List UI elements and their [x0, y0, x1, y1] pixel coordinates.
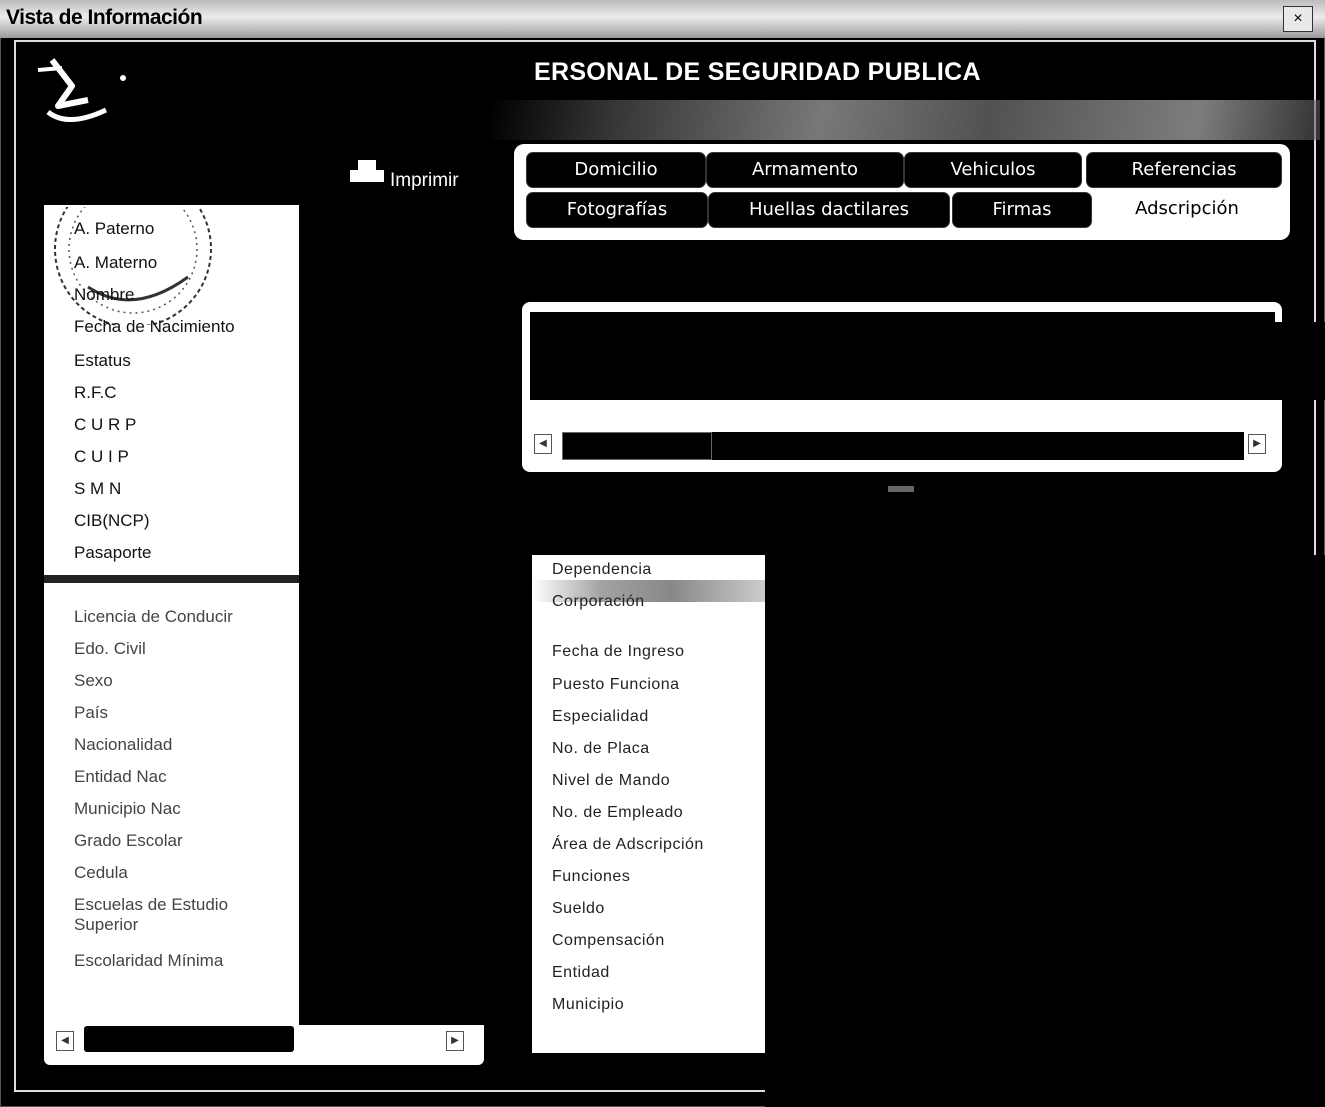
printer-icon[interactable] — [350, 160, 384, 184]
field-label-grado-escolar: Grado Escolar — [74, 831, 183, 850]
field-label-no-placa: No. de Placa — [552, 740, 650, 757]
grid-scroll-left-icon[interactable]: ◀ — [534, 434, 552, 454]
divider — [44, 575, 299, 583]
page-title: ERSONAL DE SEGURIDAD PUBLICA — [534, 58, 981, 86]
field-label-especialidad: Especialidad — [552, 708, 649, 725]
window-title: Vista de Información — [6, 6, 203, 29]
grid-scroll-right-icon[interactable]: ▶ — [1248, 434, 1266, 454]
tab-domicilio[interactable]: Domicilio — [526, 152, 706, 188]
field-label-smn: S M N — [74, 479, 122, 498]
tab-adscripcion[interactable]: Adscripción — [1094, 192, 1280, 228]
print-button[interactable]: Imprimir — [390, 170, 459, 192]
field-label-nombre: Nombre — [74, 285, 135, 304]
field-label-a-paterno: A. Paterno — [74, 219, 155, 238]
field-label-superior: Superior — [74, 915, 139, 934]
field-label-municipio-nac: Municipio Nac — [74, 799, 181, 818]
adscripcion-values-redacted — [765, 555, 1325, 1107]
adscripcion-details-panel: Dependencia Corporación Fecha de Ingreso… — [532, 555, 765, 1053]
field-label-pasaporte: Pasaporte — [74, 543, 152, 562]
field-label-curp: C U R P — [74, 415, 137, 434]
field-label-sueldo: Sueldo — [552, 900, 605, 917]
splitter-handle[interactable] — [888, 486, 914, 492]
field-label-dependencia: Dependencia — [552, 561, 652, 578]
tab-firmas[interactable]: Firmas — [952, 192, 1092, 228]
field-label-edo-civil: Edo. Civil — [74, 639, 146, 658]
tab-referencias[interactable]: Referencias — [1086, 152, 1282, 188]
field-label-rfc: R.F.C — [74, 383, 117, 402]
personal-data-values-redacted — [299, 205, 484, 1025]
field-label-funciones: Funciones — [552, 868, 631, 885]
close-button[interactable]: × — [1283, 6, 1313, 32]
field-label-nivel-mando: Nivel de Mando — [552, 772, 671, 789]
field-label-puesto-funcional: Puesto Funciona — [552, 676, 680, 693]
header-decoration — [490, 100, 1320, 140]
field-label-escolaridad-minima: Escolaridad Mínima — [74, 951, 224, 970]
field-label-corporacion: Corporación — [552, 593, 645, 610]
tab-strip: Domicilio Armamento Vehiculos Referencia… — [514, 144, 1290, 240]
agency-logo-icon — [37, 58, 126, 123]
grid-scrollbar-track[interactable] — [712, 432, 1244, 460]
field-label-municipio: Municipio — [552, 996, 625, 1013]
grid-scrollbar-thumb[interactable] — [562, 432, 712, 460]
field-label-a-materno: A. Materno — [74, 253, 158, 272]
tab-vehiculos[interactable]: Vehiculos — [904, 152, 1082, 188]
field-label-compensacion: Compensación — [552, 932, 665, 949]
field-label-entidad-nac: Entidad Nac — [74, 767, 167, 786]
field-label-licencia-conducir: Licencia de Conducir — [74, 607, 233, 626]
field-label-entidad: Entidad — [552, 964, 610, 981]
field-label-nacionalidad: Nacionalidad — [74, 735, 173, 754]
field-label-pais: País — [74, 703, 109, 722]
field-label-cib-ncp: CIB(NCP) — [74, 511, 150, 530]
scroll-right-icon[interactable]: ▶ — [446, 1031, 464, 1051]
field-label-fecha-nacimiento: Fecha de Nacimiento — [74, 317, 235, 336]
field-label-cuip: C U I P — [74, 447, 129, 466]
personal-data-labels: A. Paterno A. Materno Nombre Fecha de Na… — [44, 205, 299, 1025]
scroll-left-icon[interactable]: ◀ — [56, 1031, 74, 1051]
field-label-cedula: Cedula — [74, 863, 128, 882]
field-label-estatus: Estatus — [74, 351, 131, 370]
grid-rows-redacted — [530, 312, 1275, 400]
tab-armamento[interactable]: Armamento — [706, 152, 904, 188]
tab-huellas-dactilares[interactable]: Huellas dactilares — [708, 192, 950, 228]
scrollbar-thumb[interactable] — [84, 1026, 294, 1052]
field-label-fecha-ingreso: Fecha de Ingreso — [552, 643, 685, 660]
grid-overflow-redacted — [1275, 322, 1325, 400]
field-label-no-empleado: No. de Empleado — [552, 804, 684, 821]
field-label-sexo: Sexo — [74, 671, 113, 690]
field-label-escuelas-estudio: Escuelas de Estudio — [74, 895, 229, 914]
field-label-area-adscripcion: Área de Adscripción — [552, 836, 704, 853]
tab-fotografias[interactable]: Fotografías — [526, 192, 708, 228]
